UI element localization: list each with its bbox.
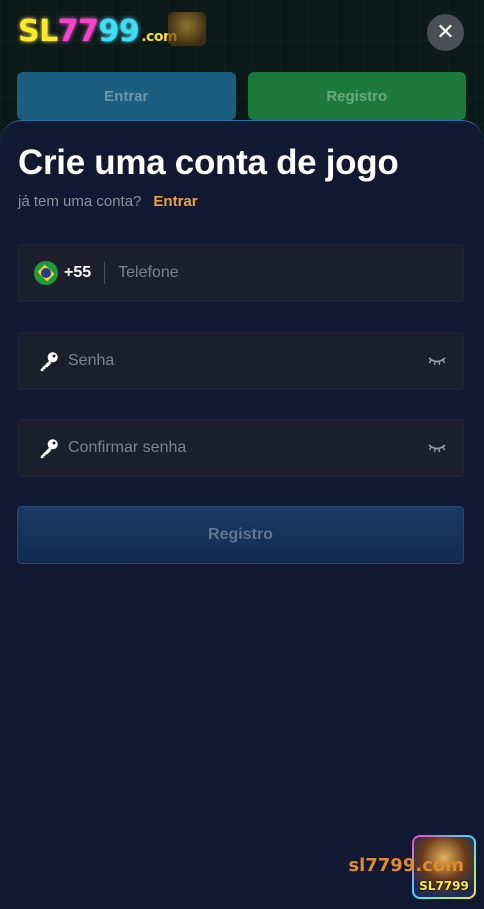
- app-badge-text: SL7799: [419, 879, 469, 893]
- bg-register-tab: Registro: [247, 72, 466, 120]
- close-button[interactable]: ✕: [427, 14, 464, 51]
- phone-input[interactable]: Telefone: [118, 264, 179, 282]
- eye-closed-icon[interactable]: [427, 353, 447, 369]
- confirm-password-field[interactable]: Confirmar senha: [17, 419, 464, 477]
- key-icon: [40, 352, 58, 372]
- site-watermark: sl7799.com: [348, 855, 464, 876]
- eye-closed-icon[interactable]: [427, 440, 447, 456]
- logo-letter: 7: [78, 14, 99, 49]
- login-link[interactable]: Entrar: [153, 193, 197, 210]
- logo-letter: 9: [98, 14, 119, 49]
- brazil-flag-icon[interactable]: [34, 261, 58, 285]
- password-input[interactable]: Senha: [68, 352, 114, 370]
- logo-letter: 7: [57, 14, 79, 49]
- logo-letter: 9: [118, 14, 140, 49]
- page-title: Crie uma conta de jogo: [18, 143, 399, 182]
- logo-mascot-icon: [168, 12, 206, 46]
- login-prompt: já tem uma conta? Entrar: [18, 193, 198, 210]
- register-button[interactable]: Registro: [17, 506, 464, 564]
- divider: [104, 262, 106, 284]
- site-logo[interactable]: S L 7 7 9 9 .com: [18, 14, 178, 55]
- logo-letter: L: [39, 14, 58, 49]
- logo-letter: S: [18, 14, 40, 49]
- login-prompt-text: já tem uma conta?: [18, 193, 142, 210]
- password-field[interactable]: Senha: [17, 332, 464, 390]
- key-icon: [40, 439, 58, 459]
- phone-field[interactable]: +55 Telefone: [17, 244, 464, 302]
- confirm-password-input[interactable]: Confirmar senha: [68, 439, 186, 457]
- background-tabs: Entrar Registro: [17, 72, 466, 120]
- bg-login-tab: Entrar: [17, 72, 236, 120]
- country-code[interactable]: +55: [64, 264, 91, 282]
- register-modal: Crie uma conta de jogo já tem uma conta?…: [0, 120, 484, 909]
